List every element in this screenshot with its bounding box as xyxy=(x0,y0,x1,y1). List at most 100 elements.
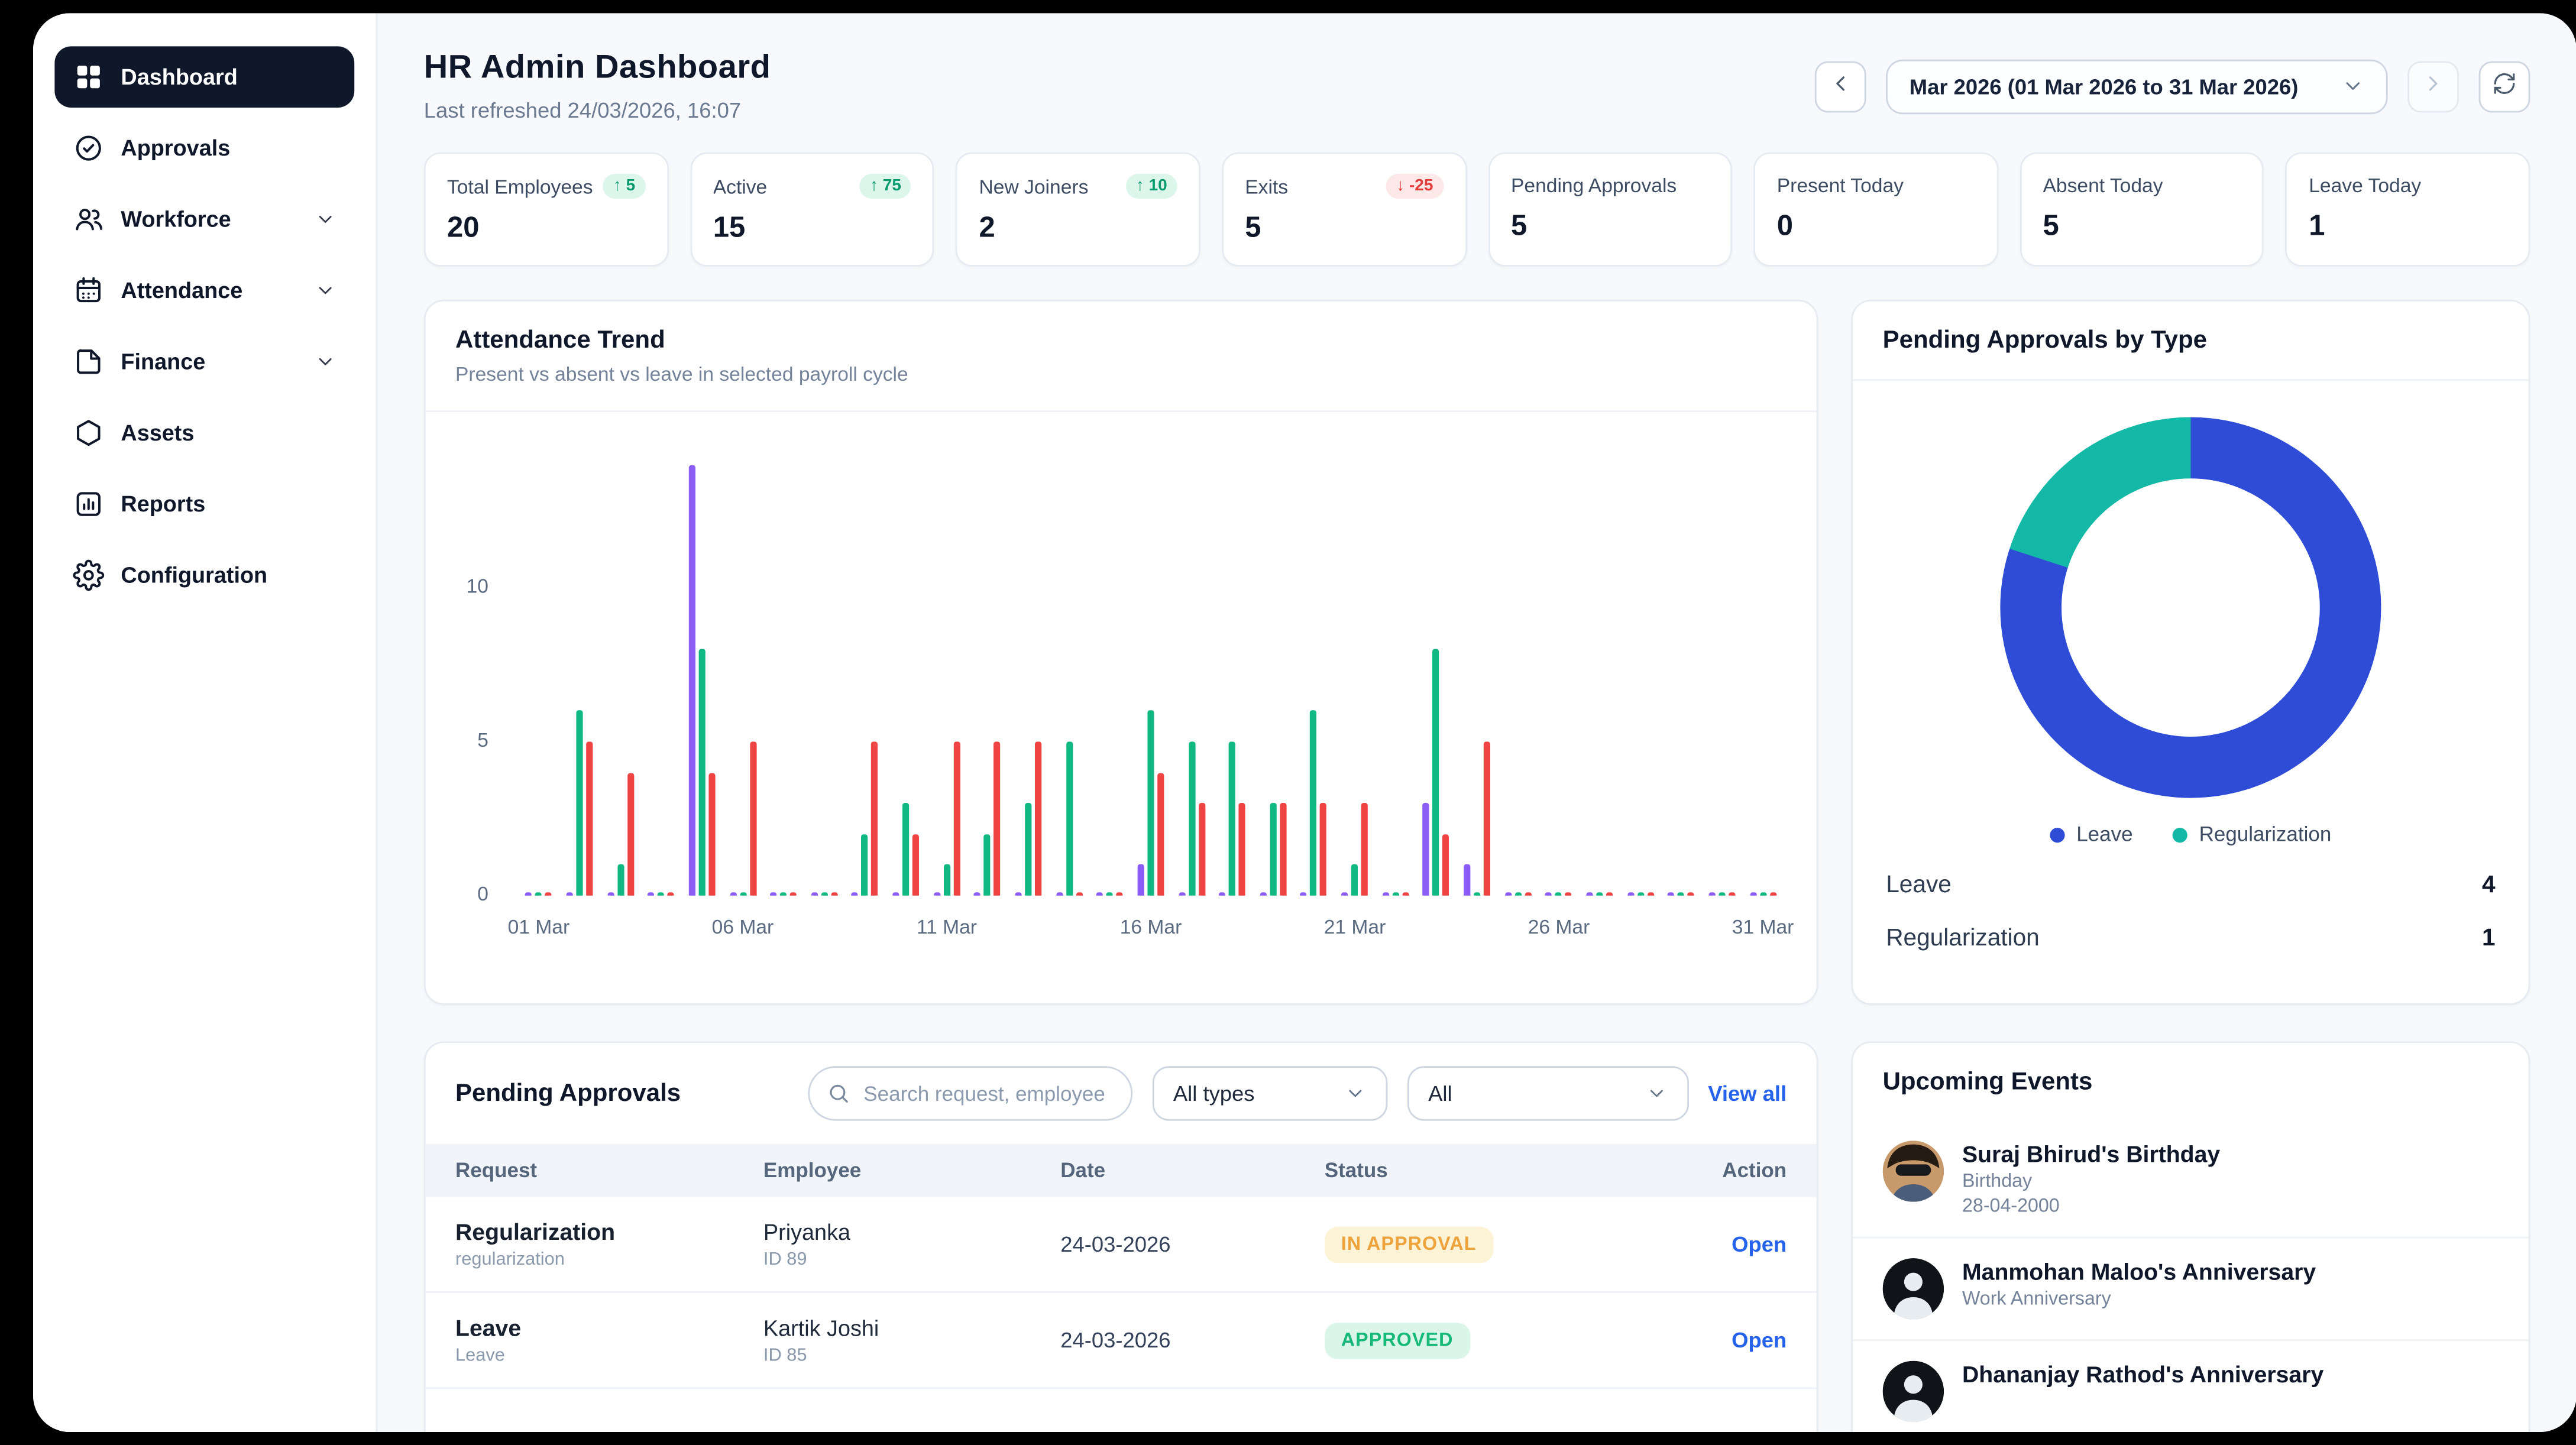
chevron-down-icon xyxy=(2341,74,2364,98)
sidebar-item-label: Configuration xyxy=(121,563,267,588)
stat-trend-badge: ↓ -25 xyxy=(1386,174,1443,199)
stats-row: Total Employees↑ 520Active↑ 7515New Join… xyxy=(424,153,2530,267)
sidebar-item-label: Assets xyxy=(121,420,194,445)
attendance-trend-subtitle: Present vs absent vs leave in selected p… xyxy=(455,362,1787,385)
approval-type-row-leave: Leave4 xyxy=(1886,859,2495,912)
attendance-trend-header: Attendance Trend Present vs absent vs le… xyxy=(426,302,1817,413)
event-item-manmohan-maloo-s-anniversary: Manmohan Maloo's AnniversaryWork Anniver… xyxy=(1853,1237,2528,1340)
stat-trend-badge: ↑ 10 xyxy=(1126,174,1177,199)
bar-present xyxy=(862,834,868,896)
stat-value: 5 xyxy=(2043,209,2241,244)
stat-card-leave-today: Leave Today1 xyxy=(2286,153,2530,267)
y-axis: 0510 xyxy=(445,462,501,896)
x-axis-label: 16 Mar xyxy=(1120,915,1182,938)
stat-card-total-employees: Total Employees↑ 5 20 xyxy=(424,153,668,267)
stat-card-top: Present Today xyxy=(1777,174,1975,197)
refresh-icon xyxy=(2492,71,2517,101)
bar-group-18-mar xyxy=(1212,741,1253,895)
bar-group-20-mar xyxy=(1293,711,1334,895)
x-axis-label: 26 Mar xyxy=(1528,915,1590,938)
bar-group-11-mar xyxy=(926,741,967,895)
refresh-button[interactable] xyxy=(2479,60,2530,112)
bar-group-17-mar xyxy=(1171,741,1212,895)
bar-group-13-mar xyxy=(1008,741,1048,895)
sidebar-item-configuration[interactable]: Configuration xyxy=(54,545,354,606)
approvals-by-type-card: Pending Approvals by Type Leave Regulariz… xyxy=(1851,300,2530,1005)
stat-card-top: Total Employees↑ 5 xyxy=(447,174,645,199)
bar-absent xyxy=(1443,834,1449,896)
search-box xyxy=(807,1066,1132,1120)
stat-card-top: Absent Today xyxy=(2043,174,2241,197)
bar-absent xyxy=(1198,804,1205,896)
sidebar-item-finance[interactable]: Finance xyxy=(54,331,354,393)
next-period-button[interactable] xyxy=(2407,60,2459,112)
open-link[interactable]: Open xyxy=(1732,1327,1787,1352)
legend-label: Leave xyxy=(2076,823,2132,846)
bar-group-10-mar xyxy=(885,804,926,896)
stat-trend-badge: ↑ 75 xyxy=(860,174,911,199)
legend-dot xyxy=(2050,827,2064,842)
status-filter-select[interactable]: All xyxy=(1407,1066,1688,1120)
assets-icon xyxy=(73,417,104,449)
x-axis: 01 Mar06 Mar11 Mar16 Mar21 Mar26 Mar31 M… xyxy=(518,896,1783,945)
attendance-icon xyxy=(73,275,104,306)
table-body: RegularizationregularizationPriyankaID 8… xyxy=(426,1197,1817,1389)
bar-group-21-mar xyxy=(1334,804,1375,896)
approval-type-rows: Leave4Regularization1 xyxy=(1853,846,2528,966)
screen: Dashboard Approvals Workforce Attendance Fin… xyxy=(0,0,2576,1445)
stat-card-top: Active↑ 75 xyxy=(713,174,911,199)
sidebar-item-approvals[interactable]: Approvals xyxy=(54,118,354,179)
prev-period-button[interactable] xyxy=(1815,60,1866,112)
sidebar-item-label: Finance xyxy=(121,349,205,374)
bar-present xyxy=(1229,741,1235,895)
employee-name: Kartik Joshi xyxy=(763,1316,1060,1340)
table-header-row: RequestEmployeeDateStatusAction xyxy=(426,1144,1817,1197)
sidebar-item-workforce[interactable]: Workforce xyxy=(54,189,354,250)
stat-label: Present Today xyxy=(1777,174,1904,197)
period-select[interactable]: Mar 2026 (01 Mar 2026 to 31 Mar 2026) xyxy=(1886,59,2388,113)
x-axis-label: 21 Mar xyxy=(1324,915,1386,938)
sidebar-item-label: Approvals xyxy=(121,136,230,161)
sidebar-item-reports[interactable]: Reports xyxy=(54,474,354,535)
chevron-down-icon xyxy=(1344,1083,1365,1104)
type-filter-select[interactable]: All types xyxy=(1151,1066,1387,1120)
bar-absent xyxy=(872,741,878,895)
view-all-link[interactable]: View all xyxy=(1708,1081,1787,1106)
event-type: Birthday xyxy=(1962,1172,2220,1192)
bar-leave xyxy=(1137,865,1144,896)
bar-group-16-mar xyxy=(1130,711,1171,895)
sidebar-item-assets[interactable]: Assets xyxy=(54,402,354,464)
bar-present xyxy=(1066,741,1072,895)
bar-leave xyxy=(1464,865,1470,896)
approvals-by-type-title: Pending Approvals by Type xyxy=(1883,326,2499,355)
search-input[interactable] xyxy=(807,1066,1132,1120)
bar-absent xyxy=(1157,773,1164,896)
dashboard-icon xyxy=(73,61,104,93)
stat-card-absent-today: Absent Today 5 xyxy=(2020,153,2264,267)
chevron-down-icon xyxy=(315,209,336,230)
stat-value: 5 xyxy=(1511,209,1709,244)
sidebar-item-label: Workforce xyxy=(121,207,231,232)
attendance-trend-chart: 0510 01 Mar06 Mar11 Mar16 Mar21 Mar26 Ma… xyxy=(445,462,1783,945)
status-filter-value: All xyxy=(1428,1081,1452,1106)
bar-absent xyxy=(627,773,633,896)
bar-absent xyxy=(912,834,919,896)
period-select-value: Mar 2026 (01 Mar 2026 to 31 Mar 2026) xyxy=(1910,74,2299,99)
upcoming-events-header: Upcoming Events xyxy=(1853,1043,2528,1121)
stat-value: 20 xyxy=(447,210,645,245)
employee-name: Priyanka xyxy=(763,1219,1060,1244)
chevron-down-icon xyxy=(315,280,336,301)
donut-chart xyxy=(2000,417,2381,798)
open-link[interactable]: Open xyxy=(1732,1231,1787,1256)
stat-card-top: Leave Today xyxy=(2309,174,2507,197)
approval-type-row-regularization: Regularization1 xyxy=(1886,912,2495,966)
sidebar-nav: Dashboard Approvals Workforce Attendance Fin… xyxy=(54,46,354,605)
stat-card-new-joiners: New Joiners↑ 102 xyxy=(956,153,1200,267)
bar-group-03-mar xyxy=(600,773,640,896)
sidebar-item-attendance[interactable]: Attendance xyxy=(54,260,354,322)
bar-group-14-mar xyxy=(1048,741,1089,895)
bar-present xyxy=(902,804,909,896)
sidebar-item-dashboard[interactable]: Dashboard xyxy=(54,46,354,108)
bar-absent xyxy=(1035,741,1041,895)
avatar-user-icon xyxy=(1883,1361,1944,1423)
